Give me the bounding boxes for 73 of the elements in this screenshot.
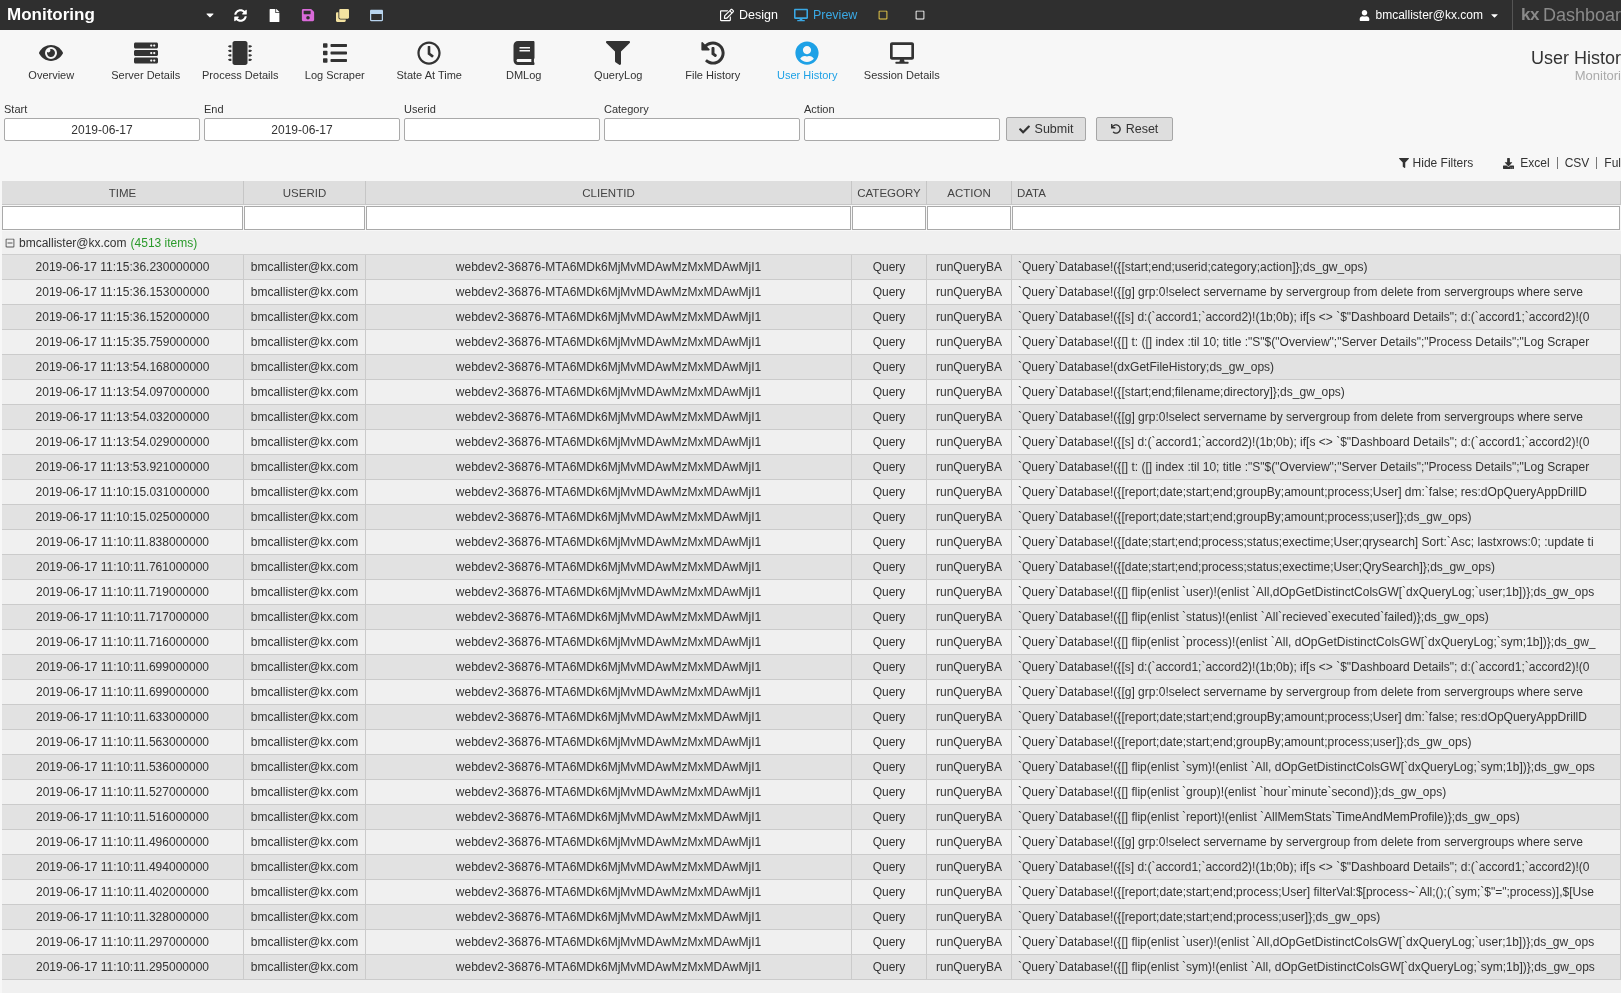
field-label: Start [4, 102, 29, 116]
column-filter-field[interactable] [927, 206, 1011, 230]
table-cell: runQueryBA [927, 955, 1012, 980]
book-icon [511, 41, 536, 65]
column-filter-field[interactable] [366, 206, 851, 230]
nav-tab[interactable]: Process Details [193, 30, 288, 86]
nav-tab[interactable]: State At Time [382, 30, 477, 86]
dashboard-title: Monitoring [7, 5, 96, 25]
field-label: Userid [404, 102, 437, 116]
column-header[interactable]: TIME [2, 181, 244, 205]
copy-icon[interactable] [335, 8, 349, 22]
refresh-icon[interactable] [233, 8, 247, 22]
reset-button[interactable]: Reset [1096, 117, 1173, 141]
download-icon [1503, 157, 1515, 169]
text-field[interactable] [604, 118, 800, 141]
clock-icon [417, 41, 442, 65]
filter-icon [606, 41, 631, 65]
collapse-icon[interactable] [5, 237, 15, 248]
export-link[interactable]: CSV [1556, 157, 1597, 169]
window-icon[interactable] [369, 8, 383, 22]
nav-tab[interactable]: QueryLog [571, 30, 666, 86]
user-menu-button[interactable]: bmcallister@kx.com [1358, 8, 1501, 22]
page-subtitle: Monitori [1574, 68, 1621, 84]
chip-icon [228, 41, 253, 65]
field-label: Action [804, 102, 836, 116]
nav-tab[interactable]: Session Details [854, 30, 949, 86]
logo-mark: kx [1521, 5, 1539, 25]
check-icon [1018, 123, 1030, 135]
column-filter-field[interactable] [852, 206, 926, 230]
list-icon [322, 41, 347, 65]
nav-tab[interactable]: Server Details [98, 30, 193, 86]
group-count: (4513 items) [130, 235, 198, 250]
column-header[interactable]: CATEGORY [852, 181, 927, 205]
column-header[interactable]: ACTION [927, 181, 1012, 205]
hide-filters-button[interactable]: Hide Filters [1398, 156, 1474, 170]
table-cell: 2019-06-17 11:10:11.295000000 [2, 955, 244, 980]
table-cell: bmcallister@kx.com [244, 955, 366, 980]
nav-tab[interactable]: File History [665, 30, 760, 86]
nav-tab[interactable]: Log Scraper [287, 30, 382, 86]
column-filter-field[interactable] [2, 206, 243, 230]
table-cell: Query [852, 955, 927, 980]
export-link[interactable]: Ful [1596, 157, 1621, 169]
text-field[interactable]: 2019-06-17 [204, 118, 400, 141]
user-icon [1358, 9, 1370, 21]
text-field[interactable] [404, 118, 600, 141]
column-header[interactable]: CLIENTID [366, 181, 852, 205]
submit-button[interactable]: Submit [1006, 117, 1086, 141]
logo-text: Dashboar [1542, 4, 1621, 26]
field-label: Category [604, 102, 650, 116]
mode-tab[interactable]: Preview [793, 8, 858, 22]
monitor-icon [793, 8, 808, 22]
edit-icon [720, 8, 734, 22]
filter-icon [1398, 158, 1409, 168]
column-header[interactable]: USERID [244, 181, 366, 205]
file-icon[interactable] [267, 8, 281, 22]
group-label: bmcallister@kx.com [19, 235, 127, 250]
column-filter-field[interactable] [244, 206, 365, 230]
history-icon [700, 41, 725, 65]
text-field[interactable]: 2019-06-17 [4, 118, 200, 141]
column-filter-field[interactable] [1012, 206, 1620, 230]
undo-icon [1110, 124, 1121, 134]
page-title: User Histor [1531, 48, 1621, 68]
mode-tab[interactable]: Design [720, 8, 778, 22]
column-header[interactable]: DATA [1012, 181, 1621, 205]
monitor-icon [889, 41, 914, 65]
text-field[interactable] [804, 118, 1000, 141]
table-cell: `Query`Database!({[] flip(enlist `sym)!(enlist `All, dOpGetDistinctColsGW[`dxQueryLog;`sym;1b])};ds_gw_ops [1012, 955, 1621, 980]
server-icon [133, 41, 158, 65]
table-cell: webdev2-36876-MTA6MDk6MjMvMDAwMzMxMDAwMjI1 [366, 955, 852, 980]
nav-tab[interactable]: Overview [4, 30, 99, 86]
export-link[interactable]: Excel [1514, 157, 1557, 169]
field-label: End [204, 102, 225, 116]
nav-tab[interactable]: DMLog [476, 30, 571, 86]
